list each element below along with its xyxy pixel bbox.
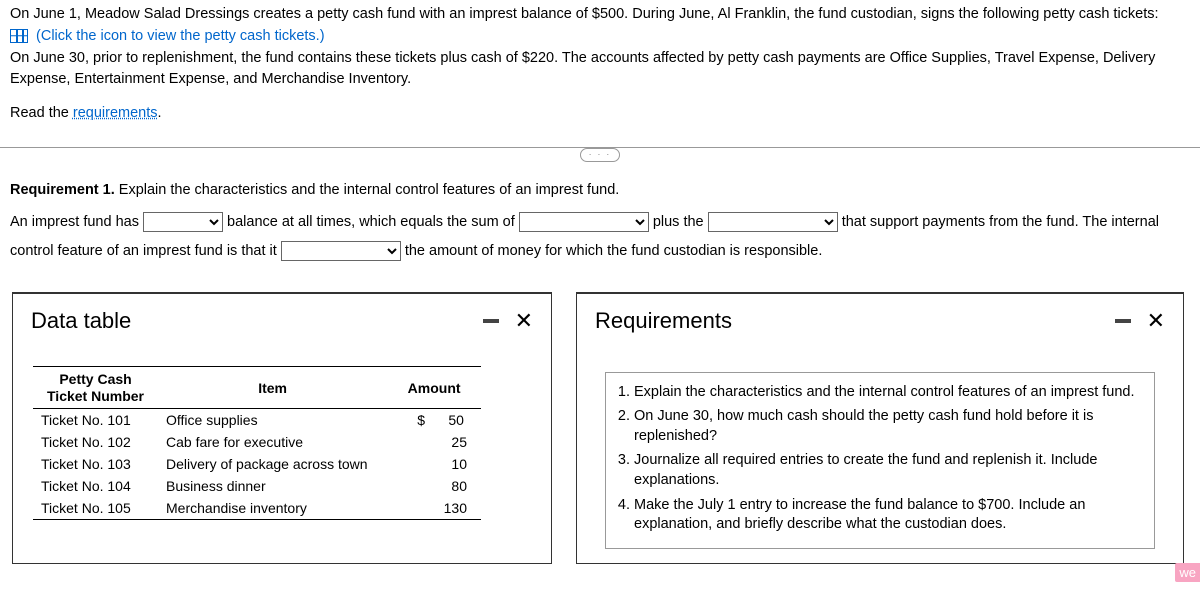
fill-t3: plus the <box>653 214 708 230</box>
close-icon[interactable]: ✕ <box>515 310 533 332</box>
requirements-link[interactable]: requirements <box>73 105 158 121</box>
read-requirements-row: Read the requirements. <box>10 103 1192 125</box>
table-row: Ticket No. 101 Office supplies $ 50 <box>33 409 481 432</box>
dropdown-balance-type[interactable] <box>143 212 223 232</box>
fill-t5: the amount of money for which the fund c… <box>405 243 823 259</box>
problem-paragraph-1: On June 1, Meadow Salad Dressings create… <box>10 4 1192 26</box>
expand-pill[interactable]: · · · <box>580 148 620 162</box>
cell-ticket: Ticket No. 102 <box>33 431 158 453</box>
requirements-controls: ✕ <box>1115 310 1165 332</box>
dropdown-sum-of[interactable] <box>519 212 649 232</box>
cell-ticket: Ticket No. 104 <box>33 475 158 497</box>
cell-item: Delivery of package across town <box>158 453 387 475</box>
col-ticket-number: Petty CashTicket Number <box>33 366 158 409</box>
problem-statement: On June 1, Meadow Salad Dressings create… <box>0 0 1200 129</box>
table-row: Ticket No. 104 Business dinner 80 <box>33 475 481 497</box>
cell-item: Cab fare for executive <box>158 431 387 453</box>
read-the-period: . <box>158 105 162 121</box>
requirements-list: Explain the characteristics and the inte… <box>605 372 1155 549</box>
table-header-row: Petty CashTicket Number Item Amount <box>33 366 481 409</box>
cell-ticket: Ticket No. 103 <box>33 453 158 475</box>
data-table-header: Data table ✕ <box>13 294 551 344</box>
view-tickets-link[interactable]: (Click the icon to view the petty cash t… <box>36 28 325 44</box>
cell-item: Merchandise inventory <box>158 497 387 520</box>
data-table-popup: Data table ✕ Petty CashTicket Number Ite… <box>12 292 552 564</box>
cell-amount: $ 50 <box>387 409 481 432</box>
cell-item: Office supplies <box>158 409 387 432</box>
fill-in-sentence: An imprest fund has balance at all times… <box>10 208 1190 266</box>
requirement-1-heading: Requirement 1. Explain the characteristi… <box>10 182 1190 198</box>
requirement-1-section: Requirement 1. Explain the characteristi… <box>0 162 1200 274</box>
list-item: Journalize all required entries to creat… <box>634 451 1144 490</box>
cell-ticket: Ticket No. 105 <box>33 497 158 520</box>
data-table-controls: ✕ <box>483 310 533 332</box>
req1-rest: Explain the characteristics and the inte… <box>115 182 620 198</box>
minimize-icon[interactable] <box>1115 319 1131 323</box>
requirements-popup: Requirements ✕ Explain the characteristi… <box>576 292 1184 564</box>
col-item: Item <box>158 366 387 409</box>
data-table-title: Data table <box>31 308 131 334</box>
cell-amount: 130 <box>387 497 481 520</box>
cell-amount: 25 <box>387 431 481 453</box>
close-icon[interactable]: ✕ <box>1147 310 1165 332</box>
col-amount: Amount <box>387 366 481 409</box>
problem-paragraph-2: On June 30, prior to replenishment, the … <box>10 48 1192 92</box>
table-row: Ticket No. 103 Delivery of package acros… <box>33 453 481 475</box>
cell-ticket: Ticket No. 101 <box>33 409 158 432</box>
petty-cash-table: Petty CashTicket Number Item Amount Tick… <box>33 366 481 521</box>
we-badge: we <box>1175 563 1200 582</box>
dropdown-plus-the[interactable] <box>708 212 838 232</box>
list-item: On June 30, how much cash should the pet… <box>634 407 1144 446</box>
fill-t2: balance at all times, which equals the s… <box>227 214 519 230</box>
list-item: Make the July 1 entry to increase the fu… <box>634 496 1144 535</box>
table-grid-icon[interactable] <box>10 29 28 43</box>
cell-amount: 80 <box>387 475 481 497</box>
list-item: Explain the characteristics and the inte… <box>634 383 1144 403</box>
cell-item: Business dinner <box>158 475 387 497</box>
dropdown-internal-control[interactable] <box>281 241 401 261</box>
table-row: Ticket No. 102 Cab fare for executive 25 <box>33 431 481 453</box>
read-the-label: Read the <box>10 105 73 121</box>
table-row: Ticket No. 105 Merchandise inventory 130 <box>33 497 481 520</box>
req1-bold: Requirement 1. <box>10 182 115 198</box>
requirements-title: Requirements <box>595 308 732 334</box>
cell-amount: 10 <box>387 453 481 475</box>
tickets-link-row: (Click the icon to view the petty cash t… <box>10 26 1192 48</box>
minimize-icon[interactable] <box>483 319 499 323</box>
fill-t1: An imprest fund has <box>10 214 143 230</box>
requirements-header: Requirements ✕ <box>577 294 1183 344</box>
